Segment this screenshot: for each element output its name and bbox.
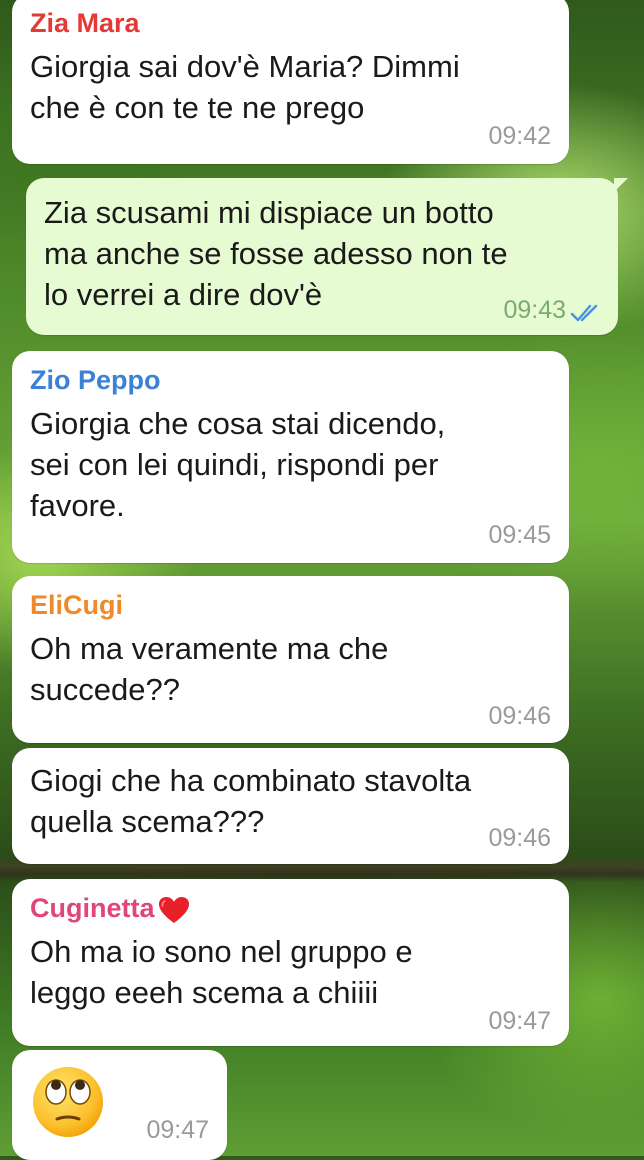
message-line: Giorgia che cosa stai dicendo, — [30, 406, 446, 441]
face-with-rolling-eyes-icon — [33, 1067, 103, 1137]
message-time: 09:42 — [488, 122, 551, 150]
message-text: Giogi che ha combinato stavolta quella s… — [30, 760, 551, 842]
message-line: Oh ma veramente ma che — [30, 631, 389, 666]
message-text: Giorgia sai dov'è Maria? Dimmi che è con… — [30, 46, 551, 128]
message-line: succede?? — [30, 672, 180, 707]
message-text: Oh ma io sono nel gruppo e leggo eeeh sc… — [30, 931, 551, 1013]
message-line: Giorgia sai dov'è Maria? Dimmi — [30, 49, 460, 84]
message-line: che è con te te ne prego — [30, 90, 365, 125]
message-line: leggo eeeh scema a chiiii — [30, 975, 379, 1010]
message-line: ma anche se fosse adesso non te — [44, 236, 508, 271]
message-time: 09:47 — [488, 1007, 551, 1035]
red-heart-icon — [158, 896, 189, 923]
sender-name[interactable]: Zio Peppo — [30, 363, 551, 397]
message-bubble[interactable]: Zio Peppo Giorgia che cosa stai dicendo,… — [12, 351, 569, 563]
message-time: 09:46 — [488, 824, 551, 852]
message-bubble[interactable]: Zia Mara Giorgia sai dov'è Maria? Dimmi … — [12, 0, 569, 164]
message-bubble[interactable]: 09:47 — [12, 1050, 227, 1160]
outgoing-message-bubble[interactable]: Zia scusami mi dispiace un botto ma anch… — [26, 178, 628, 335]
message-text: Oh ma veramente ma che succede?? — [30, 628, 551, 710]
message-line: favore. — [30, 488, 125, 523]
message-line: sei con lei quindi, rispondi per — [30, 447, 439, 482]
message-time: 09:45 — [488, 521, 551, 549]
bubble-tail — [614, 178, 628, 192]
message-time: 09:43 — [503, 296, 566, 324]
message-line: Oh ma io sono nel gruppo e — [30, 934, 413, 969]
sender-name[interactable]: Zia Mara — [30, 6, 551, 40]
sender-name[interactable]: Cuginetta — [30, 891, 551, 925]
message-line: quella scema??? — [30, 804, 265, 839]
message-line: Zia scusami mi dispiace un botto — [44, 195, 494, 230]
sender-name[interactable]: EliCugi — [30, 588, 551, 622]
sender-name-text: Cuginetta — [30, 893, 155, 923]
message-bubble[interactable]: Giogi che ha combinato stavolta quella s… — [12, 748, 569, 864]
message-text: Giorgia che cosa stai dicendo, sei con l… — [30, 403, 551, 526]
message-bubble[interactable]: EliCugi Oh ma veramente ma che succede??… — [12, 576, 569, 743]
double-check-read-icon — [570, 304, 598, 322]
message-bubble[interactable]: Cuginetta Oh ma io sono nel gruppo e leg… — [12, 879, 569, 1046]
message-time: 09:46 — [488, 702, 551, 730]
message-line: Giogi che ha combinato stavolta — [30, 763, 472, 798]
message-time: 09:47 — [146, 1116, 209, 1144]
